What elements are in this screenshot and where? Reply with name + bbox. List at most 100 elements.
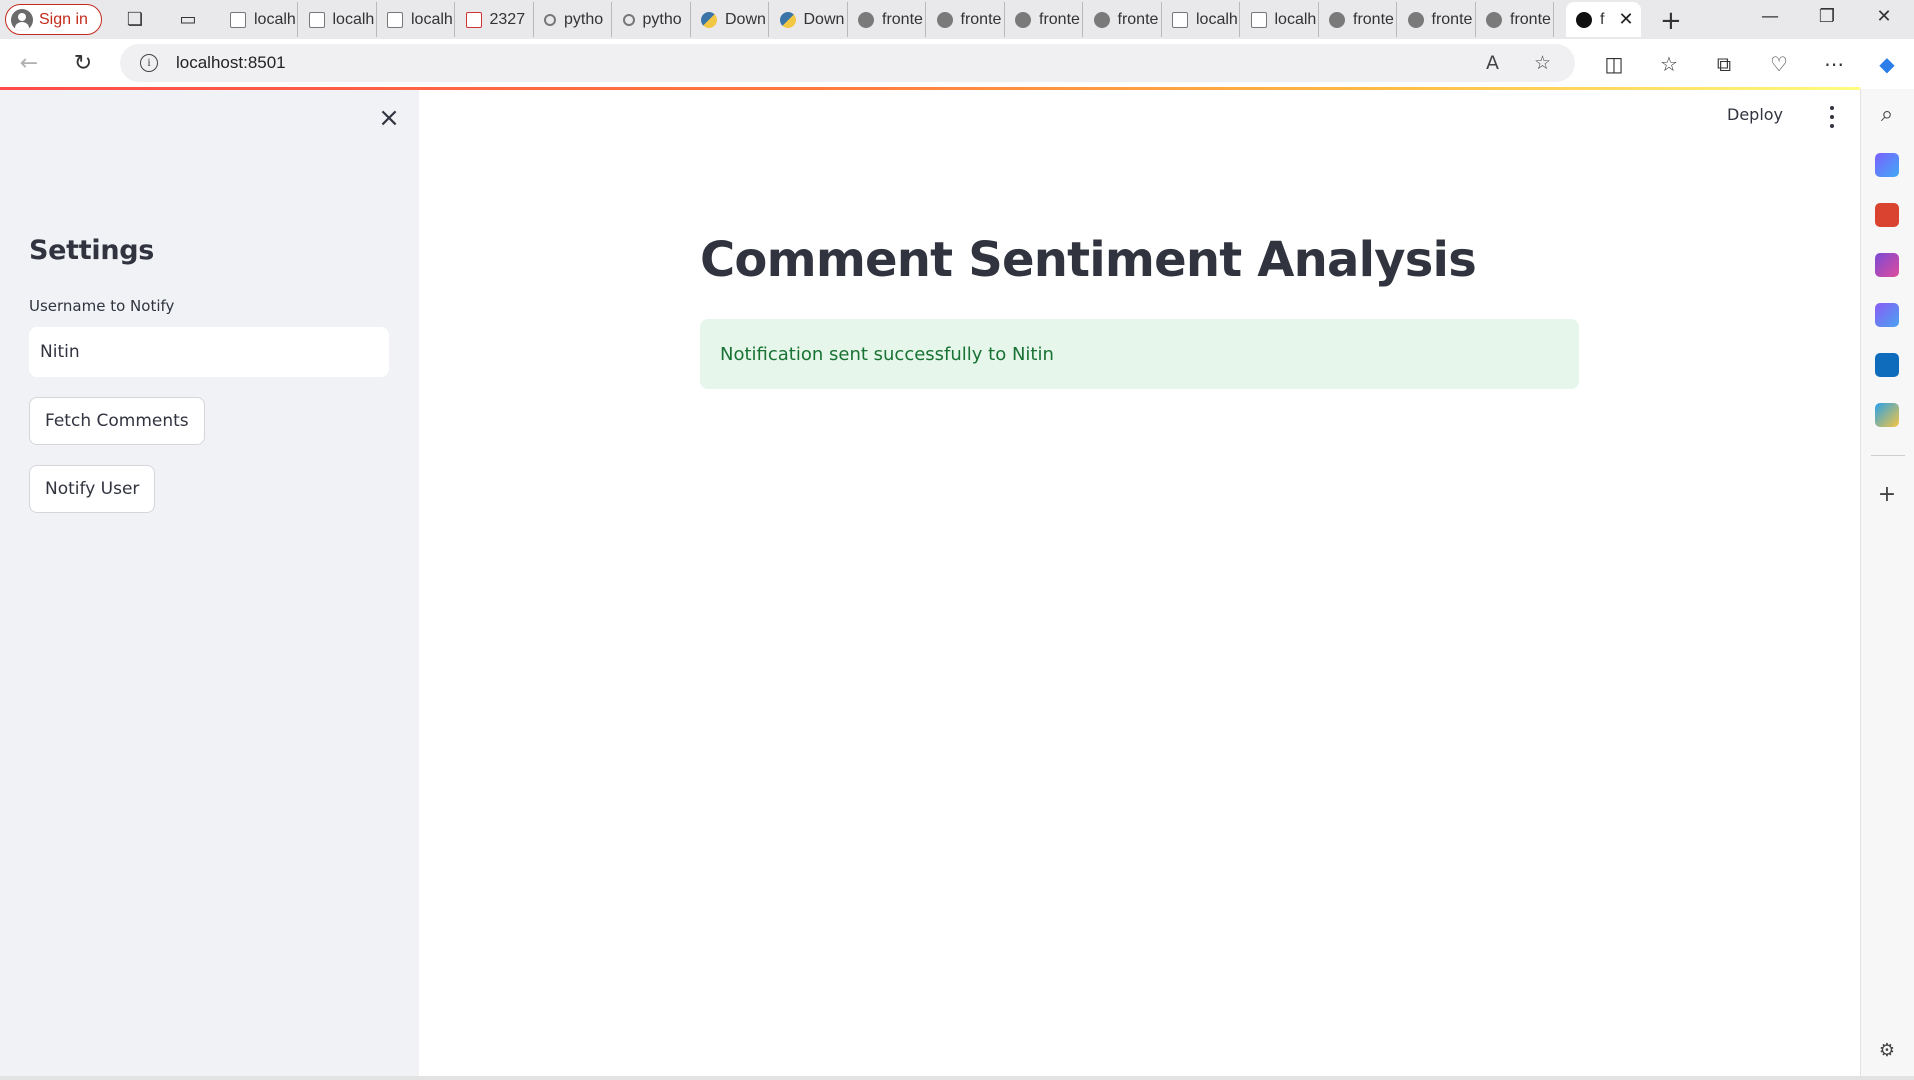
new-tab-button[interactable]: + [1660,6,1682,36]
browser-essentials-icon[interactable]: ♡ [1766,51,1792,77]
edge-sidebar: ⌕ + ⚙ [1860,89,1914,1076]
site-info-icon[interactable]: i [140,54,158,72]
browser-tab-label: Down [725,10,766,28]
doc-icon [1250,11,1267,28]
app-sidebar: × Settings Username to Notify Fetch Comm… [0,90,419,1076]
sign-in-button[interactable]: Sign in [5,4,102,35]
browser-tab-label: localh [411,10,453,28]
main-menu-icon[interactable] [1822,104,1842,130]
collections-icon[interactable]: ⧉ [1711,51,1737,77]
python-icon [779,11,796,28]
browser-tab-strip: Sign in ❏ ▭ localh localh localh 2327 pytho p… [0,0,1914,39]
browser-tab-label: fronte [882,10,923,28]
doc-icon [1172,11,1188,28]
streamlit-icon [936,11,953,28]
active-tab-label: f [1600,10,1605,28]
browser-tab[interactable]: localh [220,2,298,37]
browser-tab[interactable]: localh [1162,2,1240,37]
browser-tab[interactable]: fronte [1476,2,1554,37]
streamlit-icon [858,11,874,28]
browser-tab[interactable]: fronte [848,2,926,37]
microsoft-365-icon[interactable] [1875,303,1899,327]
browser-tab-label: localh [1196,10,1238,28]
browser-tab-label: Down [803,10,845,28]
notify-user-button[interactable]: Notify User [29,465,156,513]
streamlit-icon [1015,11,1031,28]
browser-tab-label: localh [332,10,375,28]
add-icon[interactable]: + [1875,483,1899,507]
address-bar-row: ← ↻ i localhost:8501 A ☆ ◫ ☆ ⧉ ♡ ⋯ ◆ [0,39,1914,89]
browser-tab-label: fronte [1431,10,1473,28]
success-alert: Notification sent successfully to Nitin [700,319,1579,389]
shopping-icon[interactable] [1875,153,1899,177]
doc-icon [230,11,246,28]
copilot-icon[interactable]: ◆ [1874,51,1900,77]
active-tab[interactable]: f ✕ [1566,2,1641,37]
sidebar-title: Settings [29,235,155,266]
fetch-comments-button[interactable]: Fetch Comments [29,397,205,445]
back-icon[interactable]: ← [14,49,44,79]
streamlit-icon [1093,11,1110,28]
workspaces-icon[interactable]: ❏ [124,8,146,30]
streamlit-icon [1576,11,1592,28]
browser-tab[interactable]: localh [299,2,377,37]
browser-tab-label: localh [1274,10,1317,28]
browser-tab-label: fronte [960,10,1002,28]
favorites-icon[interactable]: ☆ [1656,51,1682,77]
streamlit-icon [1407,11,1424,28]
games-icon[interactable] [1875,253,1899,277]
success-message: Notification sent successfully to Nitin [720,343,1054,365]
search-icon [544,13,556,26]
browser-tab-label: pytho [642,10,682,28]
address-bar[interactable]: i localhost:8501 A ☆ [120,44,1575,82]
deploy-button[interactable]: Deploy [1727,105,1783,124]
browser-tab[interactable]: localh [1241,2,1319,37]
doc-icon [308,11,325,28]
browser-tab[interactable]: fronte [927,2,1005,37]
refresh-icon[interactable]: ↻ [68,49,98,79]
browser-tab-label: fronte [1510,10,1551,28]
browser-tab[interactable]: Down [770,2,848,37]
close-tab-icon[interactable]: ✕ [1618,9,1633,30]
browser-tab[interactable]: fronte [1005,2,1083,37]
browser-tab[interactable]: 2327 [456,2,534,37]
window-bottom-border [0,1076,1914,1080]
page-title: Comment Sentiment Analysis [700,232,1477,288]
username-input[interactable] [29,327,389,377]
browser-tab[interactable]: fronte [1084,2,1162,37]
sign-in-label: Sign in [39,10,88,28]
browser-tab-label: 2327 [489,10,526,28]
url-text: localhost:8501 [176,53,286,72]
split-screen-icon[interactable]: ◫ [1601,51,1627,77]
browser-tab[interactable]: localh [377,2,455,37]
username-label: Username to Notify [29,297,175,315]
restore-icon[interactable]: ❐ [1812,6,1842,27]
outlook-icon[interactable] [1875,353,1899,377]
browser-tab[interactable]: Down [691,2,769,37]
streamlit-icon [1329,11,1345,28]
doc-icon [387,11,403,28]
more-options-icon[interactable]: ⋯ [1821,51,1847,77]
minimize-icon[interactable]: — [1755,6,1785,27]
tab-actions-icon[interactable]: ▭ [177,8,199,30]
tools-icon[interactable] [1875,203,1899,227]
favorite-star-icon[interactable]: ☆ [1534,52,1551,74]
browser-tab[interactable]: fronte [1319,2,1397,37]
python-icon [701,11,717,28]
close-sidebar-icon[interactable]: × [377,105,401,131]
browser-tab[interactable]: pytho [613,2,691,37]
search-icon [622,13,635,26]
profile-icon [11,8,33,31]
drop-icon[interactable] [1875,403,1899,427]
read-aloud-icon[interactable]: A [1486,52,1499,74]
browser-tab-label: fronte [1353,10,1394,28]
search-icon[interactable]: ⌕ [1875,103,1899,127]
browser-tab[interactable]: pytho [534,2,612,37]
browser-tab[interactable]: fronte [1398,2,1476,37]
browser-tab-label: pytho [564,10,604,28]
pdf-icon [465,11,482,28]
browser-tab-label: fronte [1117,10,1159,28]
settings-gear-icon[interactable]: ⚙ [1875,1039,1899,1063]
sidebar-divider [1871,455,1905,456]
close-window-icon[interactable]: ✕ [1869,6,1899,27]
